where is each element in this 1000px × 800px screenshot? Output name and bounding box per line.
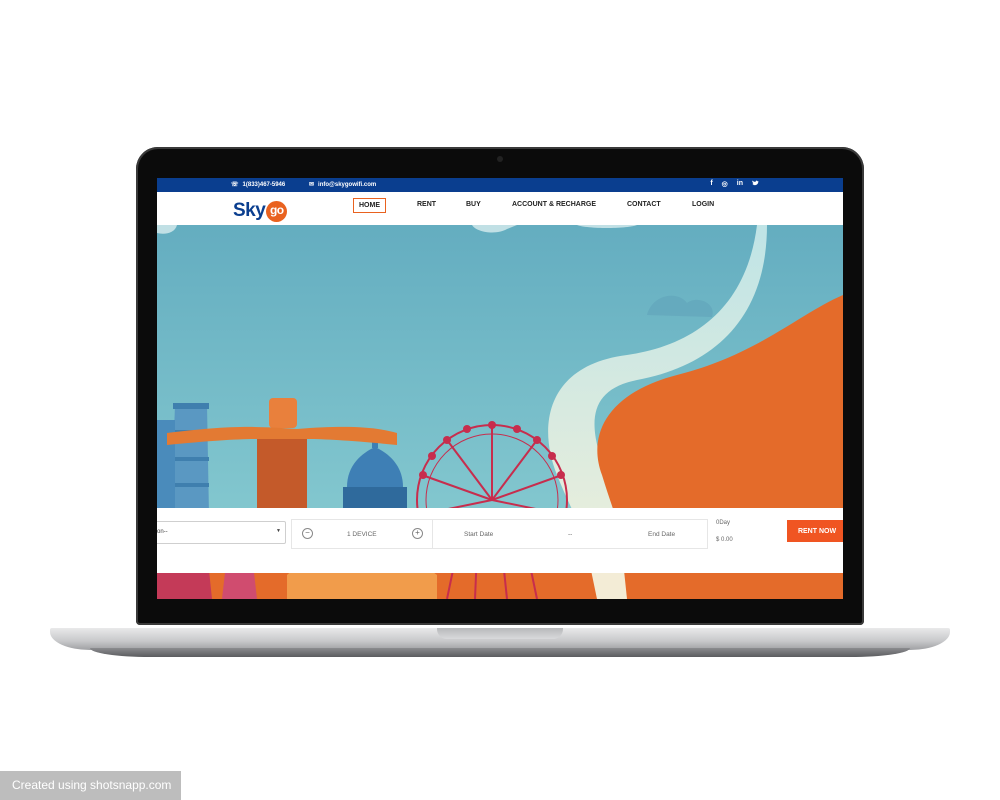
rental-days: 0Day [716,520,731,526]
nav-rent[interactable]: RENT [417,201,436,208]
nav-login[interactable]: LOGIN [692,201,714,208]
email-address: info@skygowifi.com [318,181,377,188]
rent-now-button[interactable]: RENT NOW [787,520,843,542]
mail-icon: ✉ [309,182,315,188]
rent-now-label: RENT NOW [797,527,837,535]
divider [432,520,433,548]
logo-go-badge: go [266,201,288,222]
phone-contact[interactable]: ☏ 1(833)467-5946 [231,181,286,189]
phone-number: 1(833)467-5946 [242,181,286,188]
facebook-icon[interactable]: f [710,180,712,188]
phone-icon: ☏ [231,182,239,188]
main-navbar: Sky go HOME RENT BUY ACCOUNT & RECHARGE C… [157,192,843,225]
twitter-icon[interactable] [752,180,759,188]
increase-device-button[interactable]: + [412,528,423,539]
email-contact[interactable]: ✉ info@skygowifi.com [309,181,377,189]
date-separator: -- [568,531,573,538]
end-date-input[interactable]: End Date [648,531,675,538]
linkedin-icon[interactable]: in [737,180,743,188]
device-date-group: − 1 DEVICE + Start Date -- End Date [291,519,708,549]
chevron-down-icon: ▼ [276,528,281,534]
skygo-logo[interactable]: Sky go [233,200,288,222]
nav-buy[interactable]: BUY [466,201,481,208]
website-screen: ☏ 1(833)467-5946 ✉ info@skygowifi.com f … [157,178,843,599]
nav-contact[interactable]: CONTACT [627,201,661,208]
destination-select[interactable]: on-- ▼ [157,521,286,544]
device-count: 1 DEVICE [347,531,377,538]
nav-account-recharge[interactable]: ACCOUNT & RECHARGE [512,201,596,208]
rental-price: $ 0.00 [716,537,733,543]
rental-booking-form: on-- ▼ − 1 DEVICE + Start Date -- End Da… [157,508,843,573]
laptop-base-shadow [90,648,910,657]
contact-bar: ☏ 1(833)467-5946 ✉ info@skygowifi.com f … [157,178,843,192]
decrease-device-button[interactable]: − [302,528,313,539]
social-links: f ◎ in [710,180,759,188]
laptop-notch [437,628,563,639]
logo-text: Sky [233,200,266,221]
nav-home[interactable]: HOME [353,198,386,213]
start-date-input[interactable]: Start Date [464,531,493,538]
webcam [497,156,503,162]
destination-value: on-- [157,529,168,535]
instagram-icon[interactable]: ◎ [722,180,728,188]
watermark-label: Created using shotsnapp.com [0,771,181,800]
